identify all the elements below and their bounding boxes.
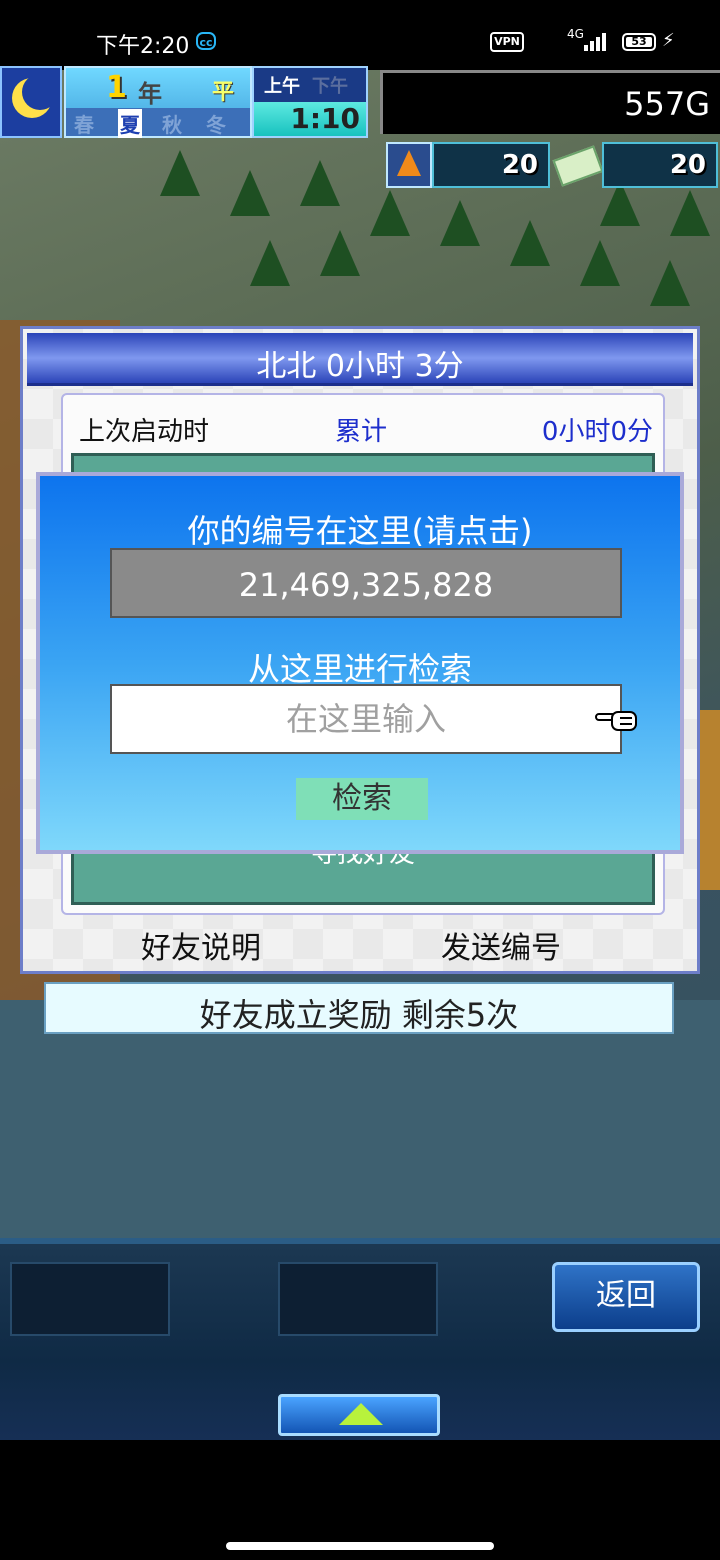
season-autumn: 秋 bbox=[162, 113, 182, 137]
tree-sprite bbox=[160, 150, 200, 196]
charging-bolt-icon: ⚡ bbox=[662, 30, 675, 51]
my-id-field[interactable]: 21,469,325,828 bbox=[110, 548, 622, 618]
send-id-button[interactable]: 发送编号 bbox=[441, 923, 561, 967]
season-winter: 冬 bbox=[206, 113, 226, 137]
am-label: 上午 bbox=[264, 76, 300, 97]
friend-id-search-input[interactable] bbox=[110, 684, 622, 754]
pm-label: 下午 bbox=[312, 76, 348, 97]
tree-sprite bbox=[300, 160, 340, 206]
system-nav-bar bbox=[0, 1440, 720, 1560]
courtyard-ground bbox=[0, 1000, 720, 1240]
money-value: 557G bbox=[624, 85, 710, 123]
total-label: 累计 bbox=[335, 417, 388, 447]
tree-sprite bbox=[670, 190, 710, 236]
money-panel: 557G bbox=[380, 70, 720, 134]
tree-sprite bbox=[370, 190, 410, 236]
tree-sprite bbox=[580, 240, 620, 286]
ticket-points: 20 bbox=[669, 150, 706, 180]
up-arrow-icon bbox=[339, 1403, 383, 1425]
season-spring: 春 bbox=[74, 113, 94, 137]
research-flask-icon bbox=[386, 142, 432, 188]
menu-slot-2[interactable] bbox=[278, 1262, 438, 1336]
total-time-value: 0小时0分 bbox=[541, 417, 653, 447]
home-indicator[interactable] bbox=[226, 1542, 494, 1550]
night-indicator bbox=[0, 66, 62, 138]
game-clock: 1:10 bbox=[254, 102, 366, 136]
battery-level: 53 bbox=[631, 35, 647, 48]
bottom-menu: 返回 bbox=[0, 1238, 720, 1440]
friend-reward-text: 好友成立奖励 剩余5次 bbox=[199, 996, 519, 1034]
search-button[interactable]: 检索 bbox=[296, 778, 428, 820]
back-button[interactable]: 返回 bbox=[552, 1262, 700, 1332]
year-label: 年 bbox=[138, 80, 162, 108]
my-id-value[interactable]: 21,469,325,828 bbox=[112, 566, 620, 604]
research-points-box: 20 bbox=[432, 142, 550, 188]
signal-icon bbox=[584, 33, 608, 51]
year-number: 1 bbox=[106, 70, 127, 105]
tree-sprite bbox=[650, 260, 690, 306]
expand-menu-button[interactable] bbox=[278, 1394, 440, 1436]
network-type: 4G bbox=[567, 27, 584, 41]
tree-sprite bbox=[440, 200, 480, 246]
pointing-hand-icon bbox=[595, 711, 637, 731]
tree-sprite bbox=[320, 230, 360, 276]
research-points: 20 bbox=[501, 150, 538, 180]
last-launch-label: 上次启动时 bbox=[79, 417, 210, 447]
season-strip: 春 夏 秋 冬 bbox=[66, 108, 250, 138]
cc-app-icon: cc bbox=[196, 32, 216, 50]
season-summer: 夏 bbox=[118, 109, 142, 138]
panel-header: 北北 0小时 3分 bbox=[27, 333, 693, 386]
ticket-points-box: 20 bbox=[602, 142, 718, 188]
tree-sprite bbox=[510, 220, 550, 266]
id-caption: 你的编号在这里(请点击) bbox=[187, 512, 533, 550]
menu-slot-1[interactable] bbox=[10, 1262, 170, 1336]
ticket-icon bbox=[550, 142, 604, 188]
vpn-badge: VPN bbox=[490, 32, 524, 52]
battery-icon: 53 bbox=[622, 33, 656, 51]
tree-sprite bbox=[230, 170, 270, 216]
panel-title: 北北 0小时 3分 bbox=[256, 349, 464, 384]
friend-help-button[interactable]: 好友说明 bbox=[141, 923, 261, 967]
status-time: 下午2:20 bbox=[96, 34, 190, 59]
calendar-panel: 1 年 平日 春 夏 秋 冬 bbox=[64, 66, 252, 138]
id-search-dialog: 你的编号在这里(请点击) 21,469,325,828 从这里进行检索 检索 bbox=[36, 472, 684, 854]
status-bar: 下午2:20 cc VPN 4G 53 ⚡ bbox=[0, 0, 720, 70]
time-panel: 上午 下午 1:10 bbox=[252, 66, 368, 138]
friend-reward-bar: 好友成立奖励 剩余5次 bbox=[44, 982, 674, 1034]
tree-sprite bbox=[250, 240, 290, 286]
